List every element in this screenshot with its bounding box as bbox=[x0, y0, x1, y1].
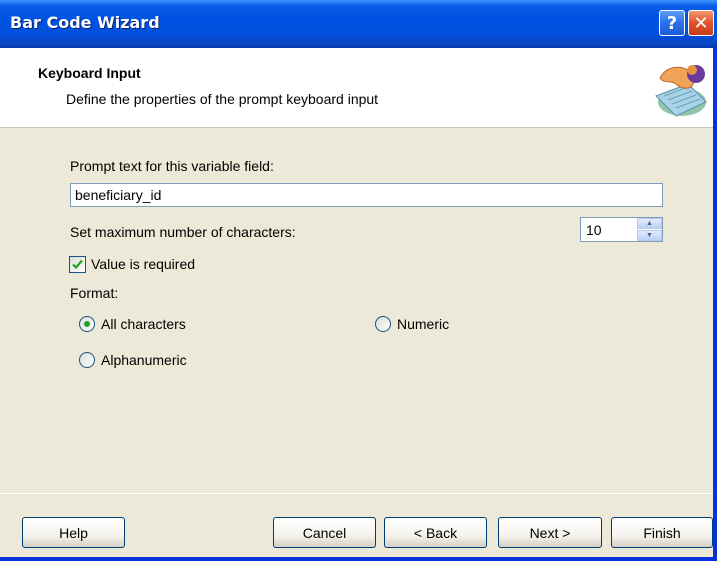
value-required-label[interactable]: Value is required bbox=[91, 256, 195, 272]
next-button[interactable]: Next > bbox=[498, 517, 602, 548]
finish-button[interactable]: Finish bbox=[611, 517, 713, 548]
radio-selected-dot bbox=[84, 321, 90, 327]
spin-up-icon[interactable]: ▲ bbox=[637, 218, 662, 229]
max-chars-label: Set maximum number of characters: bbox=[70, 224, 296, 240]
page-title: Keyboard Input bbox=[38, 65, 141, 81]
back-button[interactable]: < Back bbox=[384, 517, 487, 548]
prompt-text-label: Prompt text for this variable field: bbox=[70, 158, 274, 174]
footer-divider bbox=[0, 493, 713, 494]
max-chars-spinner[interactable]: 10 ▲ ▼ bbox=[580, 217, 663, 242]
help-icon[interactable]: ? bbox=[659, 10, 685, 36]
title-bar[interactable]: Bar Code Wizard ? ✕ bbox=[0, 0, 717, 48]
value-required-checkbox[interactable] bbox=[69, 256, 86, 273]
max-chars-value[interactable]: 10 bbox=[586, 222, 602, 238]
radio-numeric[interactable] bbox=[375, 316, 391, 332]
spin-down-icon[interactable]: ▼ bbox=[637, 230, 662, 241]
numeric-label[interactable]: Numeric bbox=[397, 316, 449, 332]
radio-all-characters[interactable] bbox=[79, 316, 95, 332]
wizard-window: Bar Code Wizard ? ✕ Keyboard Input Defin… bbox=[0, 0, 717, 561]
all-characters-label[interactable]: All characters bbox=[101, 316, 186, 332]
radio-alphanumeric[interactable] bbox=[79, 352, 95, 368]
help-button[interactable]: Help bbox=[22, 517, 125, 548]
page-subtitle: Define the properties of the prompt keyb… bbox=[66, 91, 379, 107]
close-icon[interactable]: ✕ bbox=[688, 10, 714, 36]
format-label: Format: bbox=[70, 285, 119, 301]
alphanumeric-label[interactable]: Alphanumeric bbox=[101, 352, 187, 368]
prompt-text-input[interactable]: beneficiary_id bbox=[70, 183, 663, 207]
window-title: Bar Code Wizard bbox=[10, 13, 160, 32]
checkmark-icon bbox=[72, 259, 83, 270]
keyboard-hand-icon bbox=[655, 65, 707, 117]
cancel-button[interactable]: Cancel bbox=[273, 517, 376, 548]
wizard-header: Keyboard Input Define the properties of … bbox=[0, 48, 713, 128]
